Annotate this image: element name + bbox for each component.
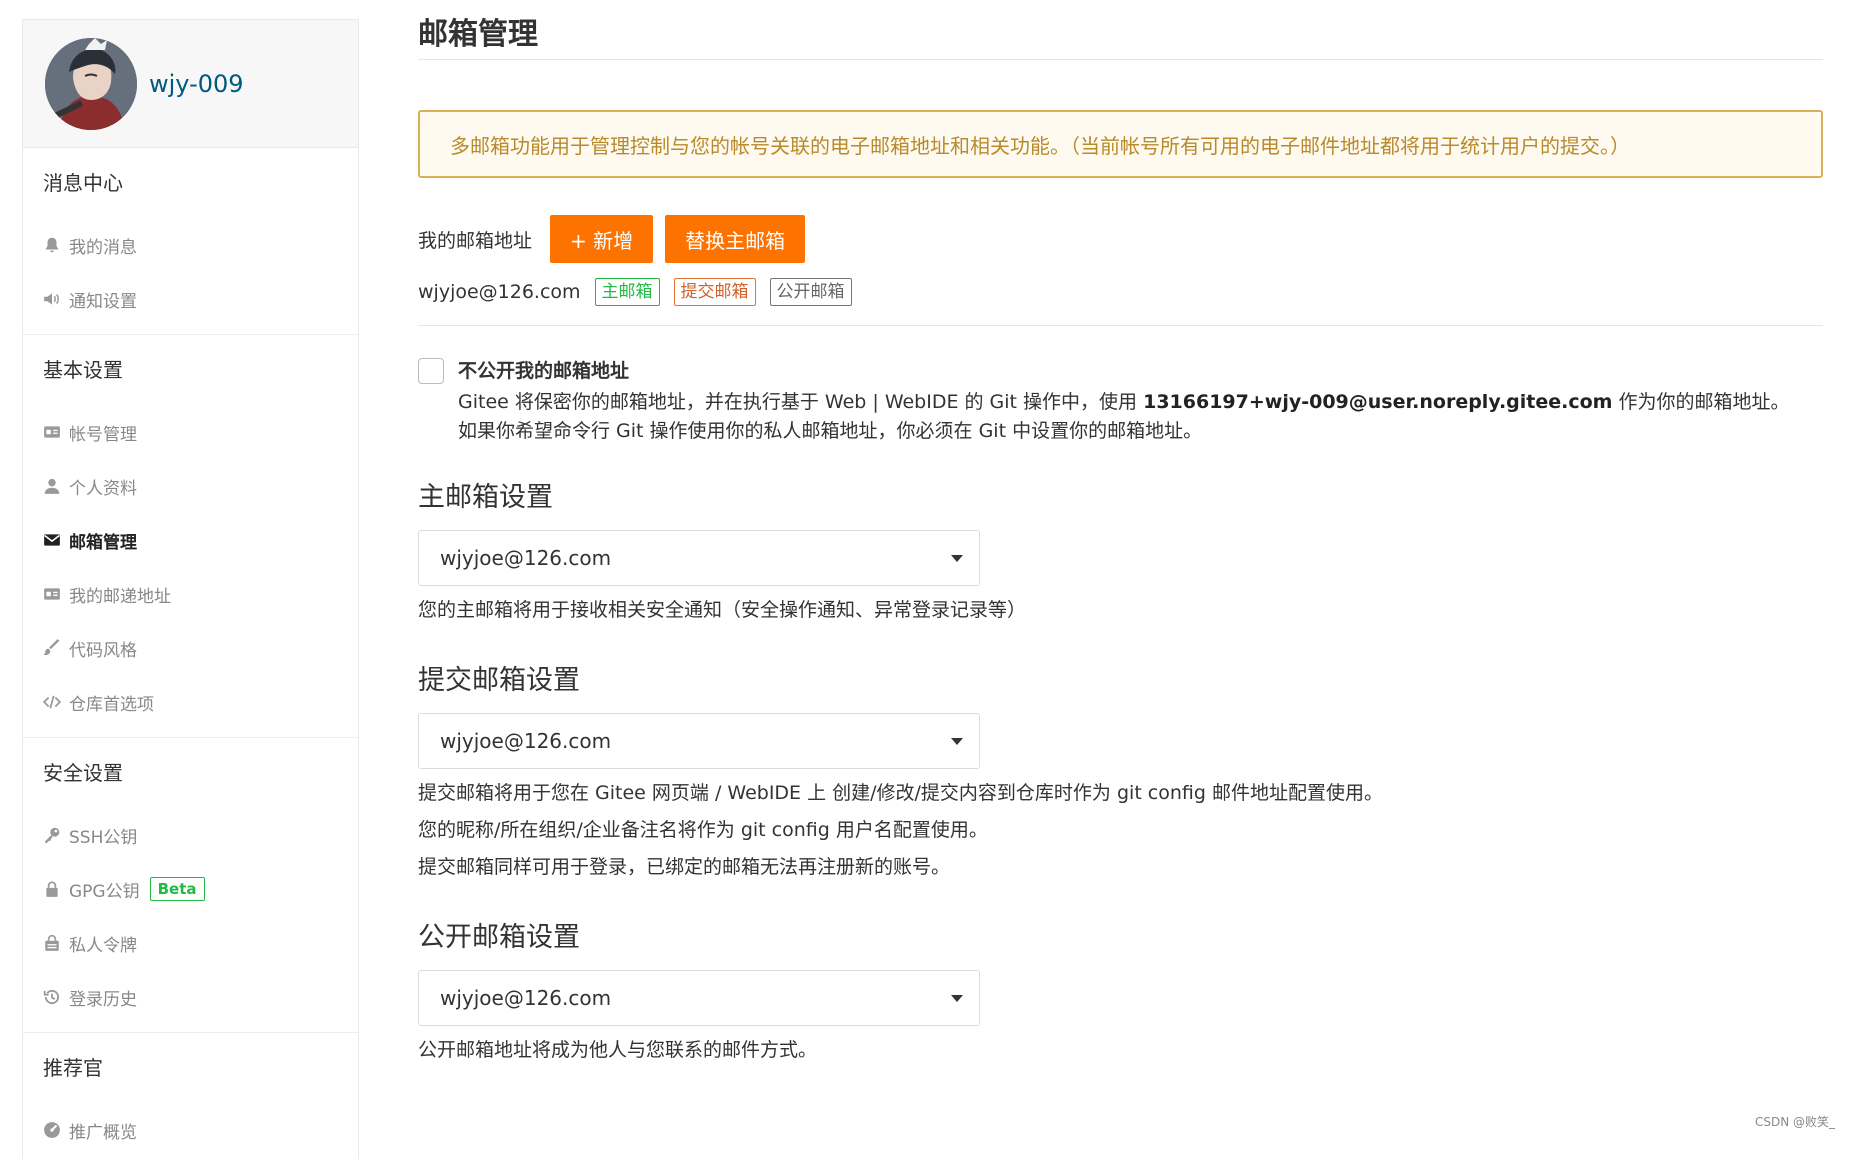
commit-email-tag: 提交邮箱 [673, 278, 756, 306]
public-email-tag: 公开邮箱 [769, 278, 852, 306]
privacy-description: Gitee 将保密你的邮箱地址，并在执行基于 Web | WebIDE 的 Gi… [458, 388, 1790, 417]
sidebar-item-ssh-keys[interactable]: SSH公钥 [23, 808, 358, 862]
sidebar-item-label: 我的邮递地址 [69, 586, 171, 607]
primary-email-select[interactable]: wjyjoe@126.com [418, 530, 980, 586]
hide-email-label: 不公开我的邮箱地址 [458, 360, 630, 382]
privacy-description-line2: 如果你希望命令行 Git 操作使用你的私人邮箱地址，你必须在 Git 中设置你的… [458, 420, 1203, 442]
envelope-icon [41, 529, 63, 551]
sidebar-item-label: GPG公钥 [69, 881, 140, 902]
brush-icon [41, 637, 63, 659]
section-title: 推荐官 [43, 1056, 103, 1080]
sidebar-section-messages: 消息中心 我的消息 通知设置 [23, 148, 358, 335]
privacy-desc-prefix: Gitee 将保密你的邮箱地址，并在执行基于 Web | WebIDE 的 Gi… [458, 391, 1144, 413]
username[interactable]: wjy-009 [149, 70, 244, 98]
sidebar-section-referral: 推荐官 推广概览 [23, 1033, 358, 1165]
page-title: 邮箱管理 [418, 0, 1823, 60]
gauge-icon [41, 1119, 63, 1141]
hide-email-checkbox[interactable] [418, 358, 444, 384]
commit-email-select[interactable]: wjyjoe@126.com [418, 713, 980, 769]
code-icon [41, 691, 63, 713]
sidebar-item-label: SSH公钥 [69, 827, 138, 848]
beta-badge: Beta [149, 877, 205, 901]
id-card-icon [41, 421, 63, 443]
chevron-down-icon [951, 738, 963, 745]
replace-primary-email-button[interactable]: 替换主邮箱 [665, 215, 806, 263]
avatar-image [45, 37, 137, 130]
sidebar-item-my-messages[interactable]: 我的消息 [23, 218, 358, 272]
email-address: wjyjoe@126.com [418, 281, 581, 303]
sidebar-item-email-management[interactable]: 邮箱管理 [23, 513, 358, 567]
section-title: 消息中心 [43, 171, 123, 195]
primary-email-tag: 主邮箱 [594, 278, 660, 306]
select-value: wjyjoe@126.com [440, 546, 612, 570]
sidebar-item-label: 登录历史 [69, 989, 137, 1010]
sidebar: wjy-009 消息中心 我的消息 通知设置 基本设置 帐号管理 个人资料 邮箱… [22, 19, 359, 1159]
sidebar-item-gpg-keys[interactable]: GPG公钥 Beta [23, 862, 358, 916]
sidebar-section-basic: 基本设置 帐号管理 个人资料 邮箱管理 我的邮递地址 代码风格 仓库首选项 [23, 335, 358, 738]
help-line: 提交邮箱将用于您在 Gitee 网页端 / WebIDE 上 创建/修改/提交内… [418, 782, 1383, 804]
sidebar-item-repo-preferences[interactable]: 仓库首选项 [23, 675, 358, 729]
lock-icon [41, 878, 63, 900]
sidebar-item-profile[interactable]: 个人资料 [23, 459, 358, 513]
sidebar-item-private-tokens[interactable]: 私人令牌 [23, 916, 358, 970]
sidebar-item-label: 个人资料 [69, 478, 137, 499]
sidebar-item-login-history[interactable]: 登录历史 [23, 970, 358, 1024]
sidebar-item-label: 推广概览 [69, 1122, 137, 1143]
sidebar-item-label: 仓库首选项 [69, 694, 154, 715]
privacy-text: 不公开我的邮箱地址 Gitee 将保密你的邮箱地址，并在执行基于 Web | W… [458, 356, 1790, 446]
add-email-button[interactable]: + 新增 [550, 215, 654, 263]
sidebar-item-promotion-overview[interactable]: 推广概览 [23, 1103, 358, 1157]
sidebar-item-label: 代码风格 [69, 640, 137, 661]
email-address-toolbar: 我的邮箱地址 + 新增 替换主邮箱 [418, 215, 1823, 263]
bell-icon [41, 234, 63, 256]
help-line: 您的昵称/所在组织/企业备注名将作为 git config 用户名配置使用。 [418, 819, 988, 841]
key-icon [41, 824, 63, 846]
commit-email-setting-title: 提交邮箱设置 [418, 665, 580, 696]
avatar[interactable] [45, 37, 137, 130]
chevron-down-icon [951, 555, 963, 562]
select-value: wjyjoe@126.com [440, 729, 612, 753]
select-value: wjyjoe@126.com [440, 986, 612, 1010]
chevron-down-icon [951, 995, 963, 1002]
section-title: 安全设置 [43, 761, 123, 785]
sidebar-item-postal-address[interactable]: 我的邮递地址 [23, 567, 358, 621]
primary-email-setting-title: 主邮箱设置 [418, 482, 553, 513]
privacy-option: 不公开我的邮箱地址 Gitee 将保密你的邮箱地址，并在执行基于 Web | W… [418, 356, 1823, 446]
profile-header: wjy-009 [23, 20, 358, 148]
address-card-icon [41, 583, 63, 605]
help-line: 提交邮箱同样可用于登录，已绑定的邮箱无法再注册新的账号。 [418, 856, 951, 878]
commit-email-help: 提交邮箱将用于您在 Gitee 网页端 / WebIDE 上 创建/修改/提交内… [418, 775, 1823, 886]
sidebar-item-label: 私人令牌 [69, 935, 137, 956]
token-icon [41, 932, 63, 954]
sidebar-item-label: 邮箱管理 [69, 532, 137, 553]
sidebar-item-account[interactable]: 帐号管理 [23, 405, 358, 459]
primary-email-help: 您的主邮箱将用于接收相关安全通知（安全操作通知、异常登录记录等） [418, 599, 1027, 621]
main-content: 邮箱管理 多邮箱功能用于管理控制与您的帐号关联的电子邮箱地址和相关功能。（当前帐… [418, 0, 1823, 1069]
sidebar-item-label: 帐号管理 [69, 424, 137, 445]
noreply-email: 13166197+wjy-009@user.noreply.gitee.com [1143, 391, 1613, 413]
sidebar-item-notification-settings[interactable]: 通知设置 [23, 272, 358, 326]
sidebar-item-label: 我的消息 [69, 237, 137, 258]
history-icon [41, 986, 63, 1008]
email-address-label: 我的邮箱地址 [418, 229, 533, 252]
section-title: 基本设置 [43, 358, 123, 382]
sidebar-item-label: 通知设置 [69, 291, 137, 312]
info-notice: 多邮箱功能用于管理控制与您的帐号关联的电子邮箱地址和相关功能。（当前帐号所有可用… [418, 110, 1823, 178]
speaker-icon [41, 288, 63, 310]
sidebar-section-security: 安全设置 SSH公钥 GPG公钥 Beta 私人令牌 登录历史 [23, 738, 358, 1033]
email-list-item: wjyjoe@126.com 主邮箱 提交邮箱 公开邮箱 [418, 269, 1823, 326]
watermark: CSDN @败笑_ [1754, 1115, 1835, 1129]
user-icon [41, 475, 63, 497]
public-email-help: 公开邮箱地址将成为他人与您联系的邮件方式。 [418, 1039, 818, 1061]
public-email-select[interactable]: wjyjoe@126.com [418, 970, 980, 1026]
privacy-desc-suffix: 作为你的邮箱地址。 [1612, 391, 1790, 413]
sidebar-item-code-style[interactable]: 代码风格 [23, 621, 358, 675]
public-email-setting-title: 公开邮箱设置 [418, 922, 580, 953]
